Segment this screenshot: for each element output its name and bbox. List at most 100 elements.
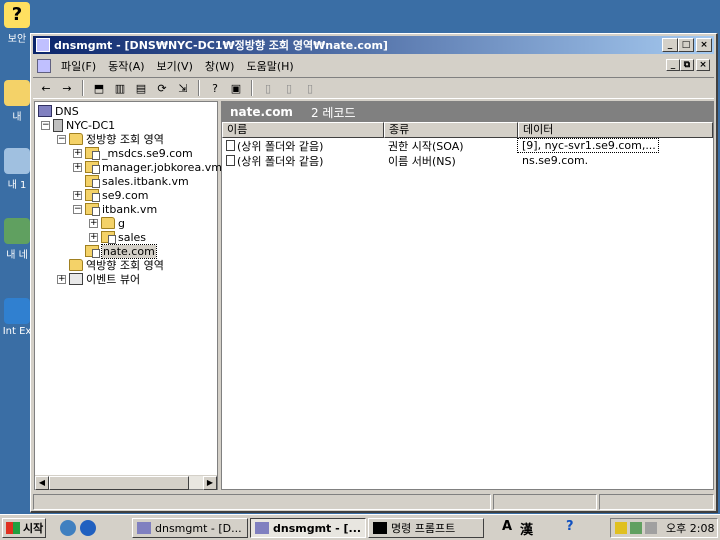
windows-logo-icon [6,522,20,534]
expand-toggle[interactable]: + [73,190,82,200]
table-row[interactable]: (상위 폴더와 같음) 권한 시작(SOA) [9], nyc-svr1.se9… [222,138,713,153]
mdi-close-button[interactable]: × [696,59,710,71]
console-tree[interactable]: DNS − NYC-DC1 − 정방향 조회 영역 + _msdcs.se9.c… [34,101,222,490]
tree-item-zone-msdcs[interactable]: + _msdcs.se9.com [73,146,193,160]
record-name-cell: (상위 폴더와 같음) [222,138,384,154]
menu-window[interactable]: 창(W) [199,58,241,74]
record-name: (상위 폴더와 같음) [237,154,324,168]
detail-pane: nate.com 2 레코드 이름 종류 데이터 (상위 폴더와 같음) 권한 … [221,101,714,490]
table-row[interactable]: (상위 폴더와 같음) 이름 서버(NS) ns.se9.com. [222,153,713,168]
minimize-button[interactable]: _ [662,38,678,52]
expand-toggle[interactable]: + [89,218,98,228]
ie-icon[interactable] [80,520,96,536]
collapse-toggle[interactable]: − [41,120,50,130]
detail-header: nate.com 2 레코드 [222,102,713,122]
help-icon[interactable]: ? [206,80,224,96]
maximize-button[interactable]: □ [678,38,694,52]
record-type: 이름 서버(NS) [388,154,456,168]
column-header-name[interactable]: 이름 [222,122,384,138]
tree-item-zone-sales[interactable]: sales.itbank.vm [73,174,189,188]
task-label: dnsmgmt - [D... [155,521,242,535]
task-dnsmgmt-1[interactable]: dnsmgmt - [D... [132,518,248,538]
show-hide-tree-icon[interactable]: ▥ [111,80,129,96]
system-tray: 오후 2:08 [610,518,718,538]
export-list-icon[interactable]: ⇲ [174,80,192,96]
mdi-child-icon[interactable] [37,59,51,73]
console-icon[interactable]: ▣ [227,80,245,96]
expand-toggle[interactable]: + [73,162,82,172]
keyboard-icon[interactable] [645,522,657,534]
tree-item-zone-manager[interactable]: + manager.jobkorea.vm [73,160,222,174]
back-icon[interactable]: ← [37,80,55,96]
mdi-restore-button[interactable]: ⧉ [680,59,694,71]
delegation-icon [101,231,116,244]
menu-help[interactable]: 도움말(H) [240,58,299,74]
clock[interactable]: 오후 2:08 [666,520,714,536]
menu-file[interactable]: 파일(F) [55,58,102,74]
network-icon [4,218,30,244]
menu-action[interactable]: 동작(A) [102,58,150,74]
collapse-toggle[interactable]: − [73,204,82,214]
scroll-thumb[interactable] [49,476,189,490]
ime-help-icon[interactable]: ? [566,519,574,534]
desktop-icon-my-documents[interactable]: 내 [2,80,32,123]
network-status-icon[interactable] [630,522,642,534]
tree-item-event-viewer[interactable]: + 이벤트 뷰어 [57,272,140,286]
tree-item-zone-nate[interactable]: nate.com [73,243,157,259]
expand-toggle[interactable]: + [89,232,98,242]
start-button[interactable]: 시작 [2,518,46,538]
dns-app-icon [255,522,269,534]
task-dnsmgmt-2[interactable]: dnsmgmt - [... [250,518,366,538]
desktop-icon-label: 내 1 [7,180,27,191]
up-level-icon[interactable]: ⬒ [90,80,108,96]
column-header-data[interactable]: 데이터 [518,122,713,138]
new-record-icon[interactable]: ▯ [259,80,277,96]
collapse-toggle[interactable]: − [57,134,66,144]
toolbar-separator [198,80,200,96]
mdi-minimize-button[interactable]: _ [666,59,680,71]
new-other-record-icon[interactable]: ▯ [301,80,319,96]
tree-item-reverse-zones[interactable]: 역방향 조회 영역 [57,258,164,272]
tree-item-sub-g[interactable]: + g [89,216,125,230]
scroll-right-icon[interactable]: ▶ [203,476,217,490]
tree-horizontal-scrollbar[interactable]: ◀ ▶ [35,475,217,490]
menu-view[interactable]: 보기(V) [151,58,199,74]
tree-item-server[interactable]: − NYC-DC1 [41,118,115,132]
desktop-icon-label: Int Ex [2,326,32,337]
record-name: (상위 폴더와 같음) [237,139,324,153]
menu-bar: 파일(F) 동작(A) 보기(V) 창(W) 도움말(H) _ ⧉ × [33,56,714,76]
folder-icon [69,259,83,271]
tree-item-forward-zones[interactable]: − 정방향 조회 영역 [57,132,164,146]
tree-label: 이벤트 뷰어 [86,273,141,286]
tree-item-dns[interactable]: DNS [38,104,79,118]
toolbar-separator [251,80,253,96]
close-button[interactable]: × [696,38,712,52]
dns-app-icon[interactable] [36,38,50,52]
task-command-prompt[interactable]: 명령 프롬프트 [368,518,484,538]
tree-item-sub-sales[interactable]: + sales [89,230,146,244]
ime-hanja-icon[interactable]: 漢 [520,519,533,538]
desktop-icon-ie[interactable]: Int Ex [2,298,32,337]
tree-item-zone-se9[interactable]: + se9.com [73,188,149,202]
title-bar[interactable]: dnsmgmt - [DNS₩NYC-DC1₩정방향 조회 영역₩nate.co… [33,36,714,54]
new-record-alt-icon[interactable]: ▯ [280,80,298,96]
show-desktop-icon[interactable] [60,520,76,536]
desktop-icon-my-computer[interactable]: 내 1 [2,148,32,191]
desktop-icon-label: 내 네 [6,250,28,261]
column-header-type[interactable]: 종류 [384,122,518,138]
record-data: [9], nyc-svr1.se9.com,... [517,138,659,153]
refresh-icon[interactable]: ⟳ [153,80,171,96]
ime-mode-icon[interactable]: A [502,519,512,534]
scroll-left-icon[interactable]: ◀ [35,476,49,490]
expand-toggle[interactable]: + [57,274,66,284]
status-bar [33,494,715,510]
forward-icon[interactable]: → [58,80,76,96]
desktop-icon-help[interactable]: ? 보안 [2,2,32,45]
expand-toggle[interactable]: + [73,148,82,158]
properties-icon[interactable]: ▤ [132,80,150,96]
tree-item-zone-itbank[interactable]: − itbank.vm [73,202,157,216]
desktop-icon-network[interactable]: 내 네 [2,218,32,261]
help-icon: ? [4,2,30,28]
tree-label: 정방향 조회 영역 [86,133,164,146]
security-icon[interactable] [615,522,627,534]
